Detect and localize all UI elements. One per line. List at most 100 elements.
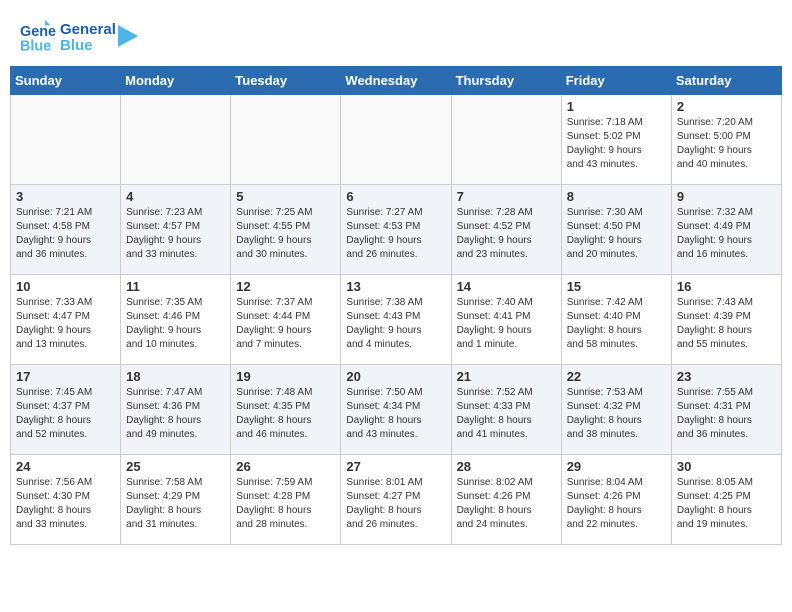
day-number: 18 [126,369,225,384]
day-info: Sunrise: 7:35 AM Sunset: 4:46 PM Dayligh… [126,296,225,352]
calendar-cell: 8Sunrise: 7:30 AM Sunset: 4:50 PM Daylig… [561,185,671,275]
calendar-cell: 27Sunrise: 8:01 AM Sunset: 4:27 PM Dayli… [341,455,451,545]
logo-text-general: General [60,22,116,39]
day-number: 11 [126,279,225,294]
day-number: 14 [457,279,556,294]
calendar-week-5: 24Sunrise: 7:56 AM Sunset: 4:30 PM Dayli… [11,455,782,545]
calendar-cell: 16 Sunrise: 7:43 AM Sunset: 4:39 PM Dayli… [671,275,781,365]
calendar-week-3: 10 Sunrise: 7:33 AM Sunset: 4:47 PM Dayli… [11,275,782,365]
day-number: 16 [677,279,776,294]
day-info: Sunrise: 7:45 AM Sunset: 4:37 PM Dayligh… [16,386,115,442]
logo-triangle-icon [118,25,138,47]
day-number: 2 [677,99,776,114]
logo: General Blue General Blue [20,20,138,56]
day-info: Sunrise: 7:55 AM Sunset: 4:31 PM Dayligh… [677,386,776,442]
calendar-cell: 24Sunrise: 7:56 AM Sunset: 4:30 PM Dayli… [11,455,121,545]
calendar-cell [11,95,121,185]
day-number: 15 [567,279,666,294]
calendar-cell: 25Sunrise: 7:58 AM Sunset: 4:29 PM Dayli… [121,455,231,545]
day-number: 23 [677,369,776,384]
day-number: 22 [567,369,666,384]
day-info: Sunrise: 7:33 AM Sunset: 4:47 PM Dayligh… [16,296,115,352]
logo-icon: General Blue [20,20,56,56]
day-info: Sunrise: 7:42 AM Sunset: 4:40 PM Dayligh… [567,296,666,352]
calendar-cell: 30Sunrise: 8:05 AM Sunset: 4:25 PM Dayli… [671,455,781,545]
calendar-week-4: 17 Sunrise: 7:45 AM Sunset: 4:37 PM Dayli… [11,365,782,455]
calendar-cell: 9 Sunrise: 7:32 AM Sunset: 4:49 PM Daylig… [671,185,781,275]
svg-text:Blue: Blue [20,39,51,55]
day-number: 4 [126,189,225,204]
calendar-cell: 14 Sunrise: 7:40 AM Sunset: 4:41 PM Dayli… [451,275,561,365]
calendar-cell: 17 Sunrise: 7:45 AM Sunset: 4:37 PM Dayli… [11,365,121,455]
day-info: Sunrise: 7:27 AM Sunset: 4:53 PM Dayligh… [346,206,445,262]
day-info: Sunrise: 7:53 AM Sunset: 4:32 PM Dayligh… [567,386,666,442]
day-number: 29 [567,459,666,474]
day-number: 1 [567,99,666,114]
logo-text-blue: Blue [60,38,116,55]
day-info: Sunrise: 7:28 AM Sunset: 4:52 PM Dayligh… [457,206,556,262]
day-info: Sunrise: 7:21 AM Sunset: 4:58 PM Dayligh… [16,206,115,262]
header-tuesday: Tuesday [231,67,341,95]
calendar-cell [231,95,341,185]
day-number: 19 [236,369,335,384]
day-info: Sunrise: 8:04 AM Sunset: 4:26 PM Dayligh… [567,476,666,532]
day-number: 6 [346,189,445,204]
day-info: Sunrise: 7:40 AM Sunset: 4:41 PM Dayligh… [457,296,556,352]
calendar-cell: 29 Sunrise: 8:04 AM Sunset: 4:26 PM Dayli… [561,455,671,545]
day-number: 10 [16,279,115,294]
header-monday: Monday [121,67,231,95]
day-info: Sunrise: 7:50 AM Sunset: 4:34 PM Dayligh… [346,386,445,442]
day-number: 26 [236,459,335,474]
day-number: 3 [16,189,115,204]
calendar-cell: 22 Sunrise: 7:53 AM Sunset: 4:32 PM Dayli… [561,365,671,455]
calendar-cell: 20 Sunrise: 7:50 AM Sunset: 4:34 PM Dayli… [341,365,451,455]
day-info: Sunrise: 7:23 AM Sunset: 4:57 PM Dayligh… [126,206,225,262]
calendar-cell: 19 Sunrise: 7:48 AM Sunset: 4:35 PM Dayli… [231,365,341,455]
calendar-cell: 7Sunrise: 7:28 AM Sunset: 4:52 PM Daylig… [451,185,561,275]
day-number: 12 [236,279,335,294]
calendar: SundayMondayTuesdayWednesdayThursdayFrid… [10,66,782,545]
day-info: Sunrise: 7:32 AM Sunset: 4:49 PM Dayligh… [677,206,776,262]
day-info: Sunrise: 7:20 AM Sunset: 5:00 PM Dayligh… [677,116,776,172]
day-info: Sunrise: 7:43 AM Sunset: 4:39 PM Dayligh… [677,296,776,352]
day-number: 13 [346,279,445,294]
calendar-cell: 15 Sunrise: 7:42 AM Sunset: 4:40 PM Dayli… [561,275,671,365]
day-number: 5 [236,189,335,204]
day-info: Sunrise: 7:48 AM Sunset: 4:35 PM Dayligh… [236,386,335,442]
header-thursday: Thursday [451,67,561,95]
day-number: 24 [16,459,115,474]
calendar-cell: 5 Sunrise: 7:25 AM Sunset: 4:55 PM Daylig… [231,185,341,275]
day-number: 20 [346,369,445,384]
calendar-week-2: 3 Sunrise: 7:21 AM Sunset: 4:58 PM Daylig… [11,185,782,275]
day-info: Sunrise: 8:02 AM Sunset: 4:26 PM Dayligh… [457,476,556,532]
day-number: 9 [677,189,776,204]
calendar-cell: 11 Sunrise: 7:35 AM Sunset: 4:46 PM Dayli… [121,275,231,365]
header-friday: Friday [561,67,671,95]
calendar-cell: 13 Sunrise: 7:38 AM Sunset: 4:43 PM Dayli… [341,275,451,365]
header-sunday: Sunday [11,67,121,95]
day-number: 17 [16,369,115,384]
day-info: Sunrise: 7:38 AM Sunset: 4:43 PM Dayligh… [346,296,445,352]
calendar-cell [341,95,451,185]
header: General Blue General Blue [10,10,782,61]
day-number: 21 [457,369,556,384]
calendar-week-1: 1 Sunrise: 7:18 AM Sunset: 5:02 PM Daylig… [11,95,782,185]
calendar-cell: 2 Sunrise: 7:20 AM Sunset: 5:00 PM Daylig… [671,95,781,185]
calendar-cell: 10 Sunrise: 7:33 AM Sunset: 4:47 PM Dayli… [11,275,121,365]
calendar-cell: 28 Sunrise: 8:02 AM Sunset: 4:26 PM Dayli… [451,455,561,545]
header-wednesday: Wednesday [341,67,451,95]
day-info: Sunrise: 7:59 AM Sunset: 4:28 PM Dayligh… [236,476,335,532]
day-info: Sunrise: 7:25 AM Sunset: 4:55 PM Dayligh… [236,206,335,262]
calendar-cell [121,95,231,185]
day-number: 28 [457,459,556,474]
calendar-cell: 18 Sunrise: 7:47 AM Sunset: 4:36 PM Dayli… [121,365,231,455]
day-info: Sunrise: 7:52 AM Sunset: 4:33 PM Dayligh… [457,386,556,442]
day-number: 25 [126,459,225,474]
day-info: Sunrise: 7:47 AM Sunset: 4:36 PM Dayligh… [126,386,225,442]
day-number: 27 [346,459,445,474]
calendar-cell [451,95,561,185]
day-info: Sunrise: 7:18 AM Sunset: 5:02 PM Dayligh… [567,116,666,172]
calendar-cell: 26 Sunrise: 7:59 AM Sunset: 4:28 PM Dayli… [231,455,341,545]
day-number: 8 [567,189,666,204]
day-number: 30 [677,459,776,474]
